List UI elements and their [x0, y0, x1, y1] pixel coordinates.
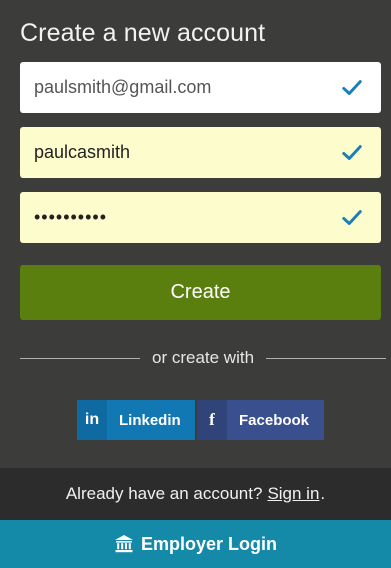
signup-panel: Create a new account paulsmith@gmail.com… — [0, 0, 391, 568]
linkedin-label: Linkedin — [119, 411, 181, 429]
divider-line-right — [266, 357, 387, 359]
linkedin-icon: in — [77, 400, 107, 440]
or-create-with-divider: or create with — [20, 346, 387, 370]
employer-login-label: Employer Login — [140, 533, 277, 554]
bank-building-icon — [114, 534, 134, 554]
email-field[interactable]: paulsmith@gmail.com — [20, 62, 381, 113]
signin-period: . — [320, 484, 326, 503]
divider-line-left — [20, 357, 140, 359]
signin-link[interactable]: Sign in — [267, 484, 319, 504]
username-value: paulcasmith — [34, 142, 131, 162]
password-valid-checkmark-icon — [337, 207, 367, 229]
email-value: paulsmith@gmail.com — [34, 77, 212, 97]
password-mask: •••••••••• — [34, 207, 108, 227]
password-field[interactable]: •••••••••• — [20, 192, 381, 243]
facebook-label: Facebook — [239, 411, 310, 429]
username-field[interactable]: paulcasmith — [20, 127, 381, 178]
email-valid-checkmark-icon — [337, 77, 367, 99]
facebook-button[interactable]: f Facebook — [197, 400, 324, 440]
facebook-icon: f — [197, 400, 227, 440]
create-button[interactable]: Create — [20, 265, 381, 320]
signin-bar: Already have an account? Sign in . — [0, 468, 391, 520]
username-valid-checkmark-icon — [337, 142, 367, 164]
employer-login-button[interactable]: Employer Login — [0, 520, 391, 568]
signin-prompt: Already have an account? — [65, 484, 263, 503]
form-title: Create a new account — [20, 19, 266, 47]
divider-text: or create with — [151, 348, 255, 367]
linkedin-button[interactable]: in Linkedin — [77, 400, 195, 440]
